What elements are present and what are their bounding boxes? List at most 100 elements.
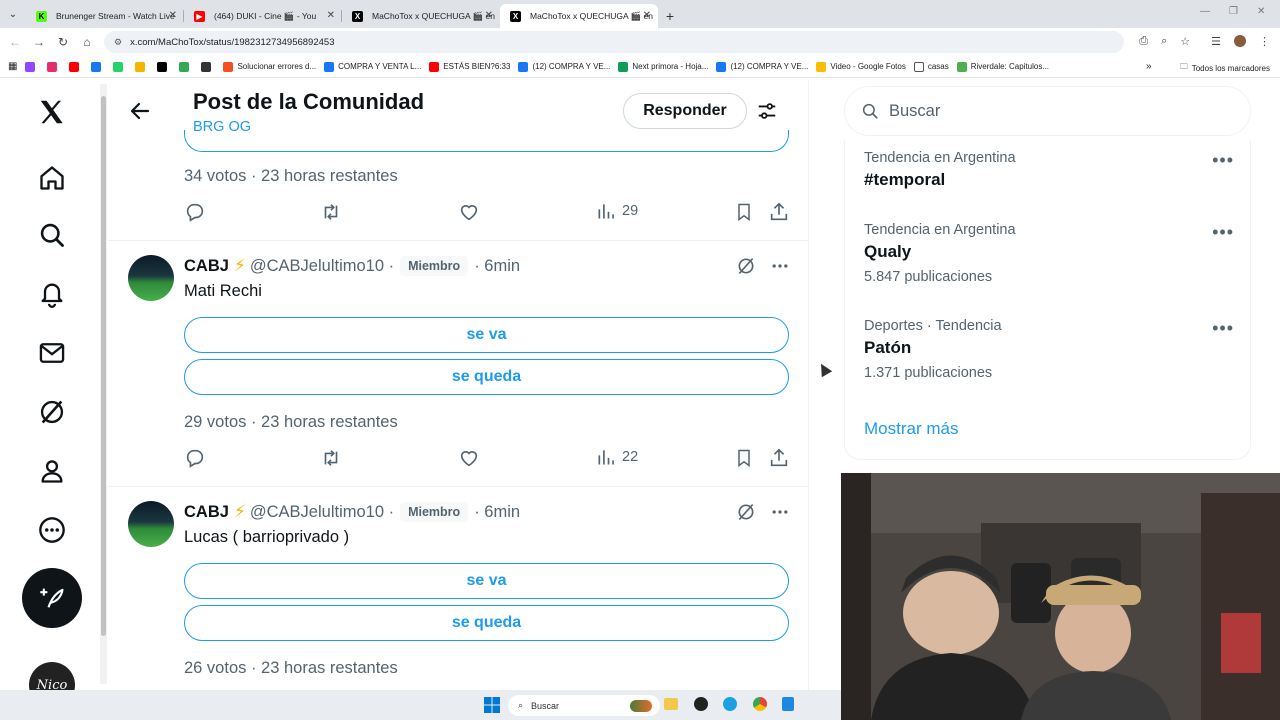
bookmark-item[interactable] — [135, 61, 149, 72]
grok-icon[interactable] — [736, 256, 756, 281]
bookmark-item[interactable]: Solucionar errores d... — [223, 61, 316, 72]
bookmark-icon[interactable] — [734, 201, 754, 223]
new-tab-plus-icon[interactable]: + — [658, 4, 682, 28]
avatar[interactable] — [128, 501, 174, 547]
bookmark-item[interactable]: (12) COMPRA Y VE... — [716, 61, 808, 72]
bookmark-item[interactable]: casas — [913, 61, 949, 72]
chrome-icon[interactable] — [753, 697, 767, 711]
reload-icon[interactable]: ↻ — [51, 35, 75, 49]
maximize-icon[interactable]: ❐ — [1229, 6, 1238, 17]
cast-icon[interactable]: ⎙ — [1139, 35, 1148, 48]
post-time[interactable]: · 6min — [474, 257, 520, 276]
author-name[interactable]: CABJ — [184, 503, 229, 522]
back-icon[interactable]: ← — [3, 35, 27, 49]
author-handle[interactable]: @CABJelultimo10 · — [250, 503, 394, 522]
messages-mail-icon[interactable] — [32, 333, 72, 373]
bookmark-item[interactable] — [91, 61, 105, 72]
zoom-icon[interactable]: ⌕ — [1161, 35, 1167, 48]
tab-search-chevron-icon[interactable]: ⌄ — [0, 0, 26, 28]
bookmarks-overflow-icon[interactable]: » — [1146, 61, 1152, 72]
poll-option-se-queda[interactable]: se queda — [184, 605, 789, 641]
bookmark-item[interactable] — [201, 61, 215, 72]
trend-item[interactable]: Deportes · Tendencia Patón 1.371 publica… — [864, 318, 1234, 381]
avatar[interactable] — [128, 255, 174, 301]
bookmark-star-icon[interactable]: ☆ — [1180, 35, 1190, 48]
explore-search-icon[interactable] — [32, 215, 72, 255]
more-dots-icon[interactable]: ••• — [1212, 150, 1234, 171]
reply-icon[interactable] — [184, 447, 206, 469]
bookmark-item[interactable] — [25, 61, 39, 72]
profile-avatar[interactable] — [1234, 35, 1246, 47]
address-bar[interactable]: ⚙ x.com/MaChoTox/status/1982312734956892… — [104, 31, 1124, 53]
poll-option-se-queda[interactable]: se queda — [184, 359, 789, 395]
apps-grid-icon[interactable]: ▦ — [8, 61, 17, 72]
window-close-icon[interactable]: ✕ — [1257, 6, 1265, 17]
show-more-link[interactable]: Mostrar más — [864, 419, 958, 439]
all-bookmarks[interactable]: 🗀 Todos los marcadores — [1180, 61, 1270, 75]
grok-icon[interactable] — [736, 502, 756, 527]
trend-item[interactable]: Tendencia en Argentina #temporal ••• — [864, 150, 1234, 190]
browser-tab-1[interactable]: K Brunenger Stream - Watch Live ✕ — [26, 4, 184, 28]
like-heart-icon[interactable] — [458, 201, 480, 223]
browser-tab-2[interactable]: ▶ (464) DUKI - Cine 🎬 - You ✕ — [184, 4, 342, 28]
bookmark-item[interactable] — [179, 61, 193, 72]
reading-list-icon[interactable]: ☰ — [1211, 35, 1221, 48]
bookmark-item[interactable]: COMPRA Y VENTA L... — [324, 61, 421, 72]
poll-option-se-va[interactable]: se va — [184, 317, 789, 353]
bookmark-item[interactable]: Video - Google Fotos — [816, 61, 906, 72]
tab-close-icon[interactable]: ✕ — [169, 10, 177, 21]
tab-close-icon[interactable]: ✕ — [643, 10, 651, 21]
file-explorer-icon[interactable] — [664, 698, 678, 710]
browser-menu-icon[interactable]: ⋮ — [1259, 35, 1270, 48]
x-logo-icon[interactable] — [32, 92, 72, 132]
tab-close-icon[interactable]: ✕ — [327, 10, 335, 21]
share-icon[interactable] — [768, 201, 790, 223]
edge-icon[interactable] — [723, 697, 737, 711]
sliders-filter-icon[interactable] — [756, 100, 778, 127]
more-dots-icon[interactable]: ••• — [1212, 222, 1234, 243]
left-scrollbar[interactable] — [100, 84, 107, 684]
forward-icon[interactable]: → — [27, 35, 51, 49]
trend-item[interactable]: Tendencia en Argentina Qualy 5.847 publi… — [864, 222, 1234, 285]
browser-tab-3[interactable]: X MaChoTox x QUECHUGA 🎬 en ✕ — [342, 4, 500, 28]
bookmark-item[interactable]: (12) COMPRA Y VE... — [518, 61, 610, 72]
reply-icon[interactable] — [184, 201, 206, 223]
author-name[interactable]: CABJ — [184, 257, 229, 276]
more-dots-icon[interactable] — [770, 502, 790, 527]
home-icon[interactable]: ⌂ — [75, 35, 99, 49]
bookmark-item[interactable] — [47, 61, 61, 72]
more-dots-icon[interactable]: ••• — [1212, 318, 1234, 339]
grok-icon[interactable] — [32, 392, 72, 432]
bookmark-item[interactable]: ESTÁS BIEN?6:33 — [429, 61, 510, 72]
poll-option-partial[interactable] — [184, 130, 789, 152]
home-icon[interactable] — [32, 158, 72, 198]
reply-button[interactable]: Responder — [623, 93, 747, 129]
back-arrow-icon[interactable] — [128, 99, 152, 128]
author-handle[interactable]: @CABJelultimo10 · — [250, 257, 394, 276]
windows-start-icon[interactable] — [484, 697, 500, 718]
compose-post-button[interactable] — [22, 568, 82, 628]
search-box[interactable]: Buscar — [844, 86, 1251, 136]
profile-person-icon[interactable] — [32, 451, 72, 491]
bookmark-item[interactable] — [69, 61, 83, 72]
like-heart-icon[interactable] — [458, 447, 480, 469]
repost-icon[interactable] — [320, 447, 342, 469]
obs-icon[interactable] — [694, 697, 708, 711]
more-options-circle-icon[interactable] — [32, 510, 72, 550]
notepad-icon[interactable] — [782, 697, 794, 711]
poll-option-se-va[interactable]: se va — [184, 563, 789, 599]
bookmark-item[interactable]: Riverdale: Capitulos... — [956, 61, 1049, 72]
tab-close-icon[interactable]: ✕ — [485, 10, 493, 21]
bookmark-icon[interactable] — [734, 447, 754, 469]
minimize-icon[interactable]: — — [1200, 6, 1210, 17]
bookmark-item[interactable] — [113, 61, 127, 72]
browser-tab-4-active[interactable]: X MaChoTox x QUECHUGA 🎬 en ✕ — [500, 4, 658, 28]
site-info-icon[interactable]: ⚙ — [114, 37, 122, 48]
repost-icon[interactable] — [320, 201, 342, 223]
notifications-bell-icon[interactable] — [32, 274, 72, 314]
post-time[interactable]: · 6min — [474, 503, 520, 522]
views-stat[interactable]: 22 — [596, 447, 638, 467]
more-dots-icon[interactable] — [770, 256, 790, 281]
bookmark-item[interactable]: Next primora - Hoja... — [618, 61, 708, 72]
views-stat[interactable]: 29 — [596, 201, 638, 221]
